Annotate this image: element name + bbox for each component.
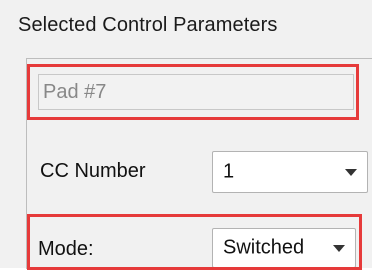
mode-value: Switched (223, 236, 305, 259)
cc-number-label: CC Number (40, 160, 146, 182)
mode-label: Mode: (38, 238, 94, 260)
selected-control-parameters-panel: Selected Control Parameters Pad #7 CC Nu… (0, 0, 372, 270)
chevron-down-icon (345, 169, 357, 176)
cc-number-dropdown[interactable]: 1 (212, 151, 368, 193)
chevron-down-icon (333, 245, 345, 252)
mode-dropdown[interactable]: Switched (212, 228, 356, 268)
panel-title: Selected Control Parameters (18, 14, 278, 36)
control-name-field[interactable]: Pad #7 (38, 74, 354, 110)
cc-number-value: 1 (223, 160, 235, 183)
